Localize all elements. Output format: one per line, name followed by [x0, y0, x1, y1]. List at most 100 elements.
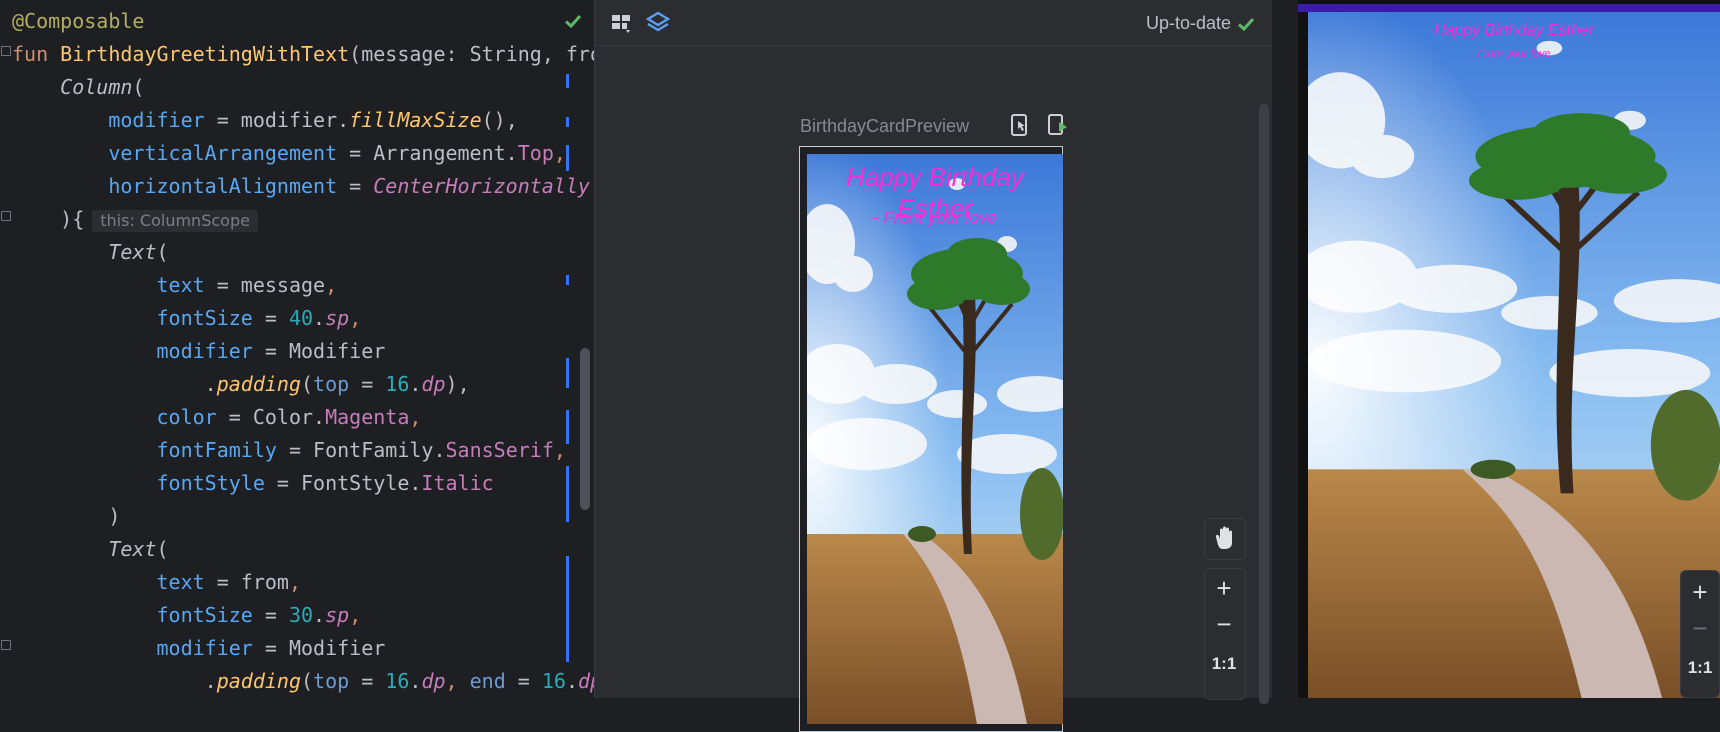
- emulator-screen[interactable]: Happy Birthday Esther From your love: [1308, 12, 1720, 698]
- code-token: modifier: [156, 636, 253, 660]
- code-token: sp: [325, 306, 350, 330]
- emulator-zoom-reset-button[interactable]: 1:1: [1681, 649, 1719, 687]
- code-token: dp: [578, 669, 594, 693]
- code-token: BirthdayGreetingWithText: [60, 42, 350, 66]
- code-line[interactable]: Column(: [12, 71, 594, 104]
- code-token: Text: [108, 537, 157, 561]
- code-line[interactable]: fontSize = 40.sp,: [12, 302, 594, 335]
- hand-icon[interactable]: [1205, 519, 1243, 557]
- code-line[interactable]: text = from,: [12, 566, 594, 599]
- emulator-zoom-out-button[interactable]: −: [1681, 609, 1719, 647]
- code-token: CenterHorizontally: [373, 174, 590, 198]
- editor-scrollbar[interactable]: [580, 348, 590, 510]
- pan-tool[interactable]: [1204, 518, 1246, 560]
- code-token: Top: [517, 141, 554, 165]
- code-line[interactable]: ){this: ColumnScope: [12, 203, 594, 236]
- emulator-background-photo: [1308, 12, 1720, 698]
- zoom-out-button[interactable]: −: [1205, 605, 1243, 643]
- run-on-device-icon[interactable]: [1047, 114, 1069, 136]
- code-token: = Modifier: [252, 339, 386, 363]
- code-token: Text: [108, 240, 157, 264]
- code-token: 40: [288, 306, 314, 330]
- zoom-in-button[interactable]: +: [1205, 569, 1243, 607]
- code-token: (: [156, 240, 169, 264]
- code-token: top: [313, 669, 350, 693]
- code-line[interactable]: Text(: [12, 533, 594, 566]
- code-token: ,: [445, 669, 470, 693]
- code-token: (message: String, fro: [349, 42, 594, 66]
- code-token: ),: [445, 372, 470, 396]
- code-token: fontSize: [156, 306, 253, 330]
- code-token: = Arrangement.: [337, 141, 518, 165]
- code-text[interactable]: @Composable fun BirthdayGreetingWithText(…: [12, 5, 594, 698]
- build-status: Up-to-date: [1146, 13, 1255, 34]
- code-line[interactable]: modifier = Modifier: [12, 335, 594, 368]
- code-token: .: [409, 372, 422, 396]
- interactive-mode-icon[interactable]: [1009, 114, 1031, 136]
- code-line[interactable]: fontStyle = FontStyle.Italic: [12, 467, 594, 500]
- code-token: padding: [216, 372, 301, 396]
- code-token: .: [12, 372, 217, 396]
- code-token: 16: [541, 669, 566, 693]
- code-line[interactable]: Text(: [12, 236, 594, 269]
- code-token: text: [156, 273, 205, 297]
- no-problems-check-icon[interactable]: [564, 12, 582, 30]
- code-token: =: [349, 669, 386, 693]
- code-editor[interactable]: @Composable fun BirthdayGreetingWithText(…: [0, 0, 594, 698]
- code-line[interactable]: .padding(top = 16.dp, end = 16.dp: [12, 665, 594, 698]
- code-token: ,: [349, 603, 362, 627]
- code-token: fontFamily: [156, 438, 277, 462]
- code-token: modifier: [108, 108, 205, 132]
- code-token: end: [469, 669, 506, 693]
- code-token: fontStyle: [156, 471, 265, 495]
- emulator-zoom-in-button[interactable]: +: [1681, 573, 1719, 611]
- code-token: SansSerif: [445, 438, 554, 462]
- code-line[interactable]: verticalArrangement = Arrangement.Top,: [12, 137, 594, 170]
- code-token: =: [252, 306, 289, 330]
- fold-marker[interactable]: [1, 46, 11, 56]
- code-token: ,: [553, 141, 566, 165]
- background-photo: [807, 154, 1063, 724]
- preview-frame[interactable]: Happy Birthday Esther - From your love: [799, 146, 1063, 732]
- code-token: fun: [12, 42, 61, 66]
- canvas-scrollbar[interactable]: [1259, 104, 1269, 704]
- code-line[interactable]: .padding(top = 16.dp),: [12, 368, 594, 401]
- code-line[interactable]: text = message,: [12, 269, 594, 302]
- code-line[interactable]: fontFamily = FontFamily.SansSerif,: [12, 434, 594, 467]
- code-line[interactable]: fontSize = 30.sp,: [12, 599, 594, 632]
- editor-gutter: [0, 0, 12, 698]
- fold-marker[interactable]: [1, 640, 11, 650]
- fold-marker[interactable]: [1, 211, 11, 221]
- code-line[interactable]: modifier = Modifier: [12, 632, 594, 665]
- code-line[interactable]: modifier = modifier.fillMaxSize(),: [12, 104, 594, 137]
- change-marker: [566, 74, 569, 88]
- compose-preview-panel: Up-to-date BirthdayCardPreview Happy Bir…: [594, 0, 1273, 732]
- code-token: color: [156, 405, 217, 429]
- code-line[interactable]: ): [12, 500, 594, 533]
- code-token: =: [252, 603, 289, 627]
- code-line[interactable]: horizontalAlignment = CenterHorizontally: [12, 170, 594, 203]
- code-token: = message: [204, 273, 326, 297]
- layers-icon[interactable]: [645, 10, 671, 36]
- layout-grid-icon[interactable]: [609, 10, 635, 36]
- code-token: =: [337, 174, 374, 198]
- code-token: @Composable: [12, 9, 145, 33]
- change-marker: [566, 466, 569, 522]
- preview-canvas[interactable]: BirthdayCardPreview Happy Birthday Esthe…: [595, 46, 1273, 732]
- code-token: fontSize: [156, 603, 253, 627]
- zoom-controls: + − 1:1: [1204, 568, 1246, 700]
- code-token: =: [505, 669, 542, 693]
- code-line[interactable]: color = Color.Magenta,: [12, 401, 594, 434]
- code-line[interactable]: fun BirthdayGreetingWithText(message: St…: [12, 38, 594, 71]
- code-line[interactable]: @Composable: [12, 5, 594, 38]
- zoom-reset-button[interactable]: 1:1: [1205, 645, 1243, 683]
- code-token: .: [409, 669, 422, 693]
- code-token: dp: [421, 372, 446, 396]
